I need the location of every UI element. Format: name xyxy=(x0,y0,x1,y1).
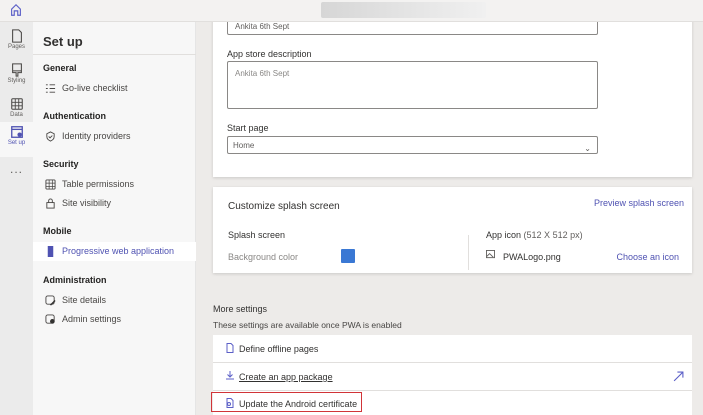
image-icon xyxy=(486,250,495,259)
item-label: Identity providers xyxy=(62,131,131,141)
item-label: Go-live checklist xyxy=(62,83,128,93)
pwa-details-card: Ankita 6th Sept App store description An… xyxy=(213,0,692,177)
download-icon xyxy=(226,371,234,380)
item-label: Table permissions xyxy=(62,179,135,189)
more-settings-title: More settings xyxy=(213,304,268,314)
sidebar-item-identity-providers[interactable]: Identity providers xyxy=(33,127,196,146)
more-icon[interactable]: ... xyxy=(0,162,33,195)
sidebar-title: Set up xyxy=(43,34,83,49)
app-icon-label: App icon xyxy=(486,230,522,240)
rail-label: Set up xyxy=(7,140,26,146)
page-icon xyxy=(226,343,234,353)
define-offline-pages-row[interactable]: Define offline pages xyxy=(213,335,692,363)
rail-styling[interactable]: Styling xyxy=(0,60,33,93)
left-rail: Pages Styling Data Set up ... xyxy=(0,22,33,415)
bg-color-swatch[interactable] xyxy=(341,249,355,263)
row-label: Define offline pages xyxy=(239,344,319,354)
rail-label: Pages xyxy=(7,44,25,50)
description-textarea[interactable]: Ankita 6th Sept xyxy=(227,61,598,109)
splash-screen-card: Customize splash screen Preview splash s… xyxy=(213,187,692,273)
start-page-label: Start page xyxy=(227,123,269,133)
divider xyxy=(33,54,196,55)
item-label: Progressive web application xyxy=(62,246,175,256)
start-page-value: Home xyxy=(233,141,255,150)
setup-sidebar: Set up General Go-live checklist Authent… xyxy=(33,22,196,415)
brush-icon xyxy=(11,63,22,77)
rail-setup[interactable]: Set up xyxy=(0,122,33,157)
sidebar-item-table-permissions[interactable]: Table permissions xyxy=(33,175,196,194)
page-icon xyxy=(11,29,22,43)
splash-title: Customize splash screen xyxy=(228,201,340,212)
sidebar-item-progressive-web-application[interactable]: Progressive web application xyxy=(33,242,196,261)
shield-icon xyxy=(46,131,55,142)
setup-icon xyxy=(10,126,23,138)
section-administration: Administration xyxy=(43,275,107,285)
more-settings-subtitle: These settings are available once PWA is… xyxy=(213,320,402,330)
section-general: General xyxy=(43,63,77,73)
blurred-title xyxy=(321,2,486,18)
bg-color-label: Background color xyxy=(228,252,299,262)
description-label: App store description xyxy=(227,49,312,59)
start-page-select[interactable]: Home ⌄ xyxy=(227,136,598,154)
create-app-package-link[interactable]: Create an app package xyxy=(239,372,333,382)
chevron-down-icon: ⌄ xyxy=(584,144,591,153)
section-mobile: Mobile xyxy=(43,226,72,236)
lock-icon xyxy=(46,198,55,209)
item-label: Site details xyxy=(62,295,107,305)
checklist-icon xyxy=(45,84,56,93)
mobile-icon xyxy=(47,246,54,257)
app-icon-size: (512 X 512 px) xyxy=(523,230,583,240)
table-icon xyxy=(45,179,56,190)
rail-label: Styling xyxy=(7,78,26,84)
divider xyxy=(468,235,469,270)
table-icon xyxy=(10,98,23,110)
sidebar-item-site-visibility[interactable]: Site visibility xyxy=(33,194,196,213)
sidebar-item-site-details[interactable]: Site details xyxy=(33,291,196,310)
sidebar-item-admin-settings[interactable]: Admin settings xyxy=(33,310,196,329)
external-link-icon[interactable] xyxy=(673,371,684,382)
preview-splash-link[interactable]: Preview splash screen xyxy=(594,198,684,208)
item-label: Admin settings xyxy=(62,314,122,324)
highlight-box xyxy=(211,392,362,412)
admin-icon xyxy=(45,314,55,324)
item-label: Site visibility xyxy=(62,198,112,208)
app-icon-heading: App icon (512 X 512 px) xyxy=(486,230,583,240)
create-app-package-row[interactable]: Create an app package xyxy=(213,363,692,391)
edit-icon xyxy=(45,295,56,306)
section-security: Security xyxy=(43,159,79,169)
rail-label: Data xyxy=(10,112,23,118)
rail-pages[interactable]: Pages xyxy=(0,26,33,59)
choose-icon-link[interactable]: Choose an icon xyxy=(616,252,679,262)
section-authentication: Authentication xyxy=(43,111,106,121)
sidebar-item-go-live-checklist[interactable]: Go-live checklist xyxy=(33,79,196,98)
icon-filename: PWALogo.png xyxy=(503,252,561,262)
top-bar xyxy=(0,0,703,22)
home-icon[interactable] xyxy=(9,3,23,17)
splash-heading: Splash screen xyxy=(228,230,286,240)
